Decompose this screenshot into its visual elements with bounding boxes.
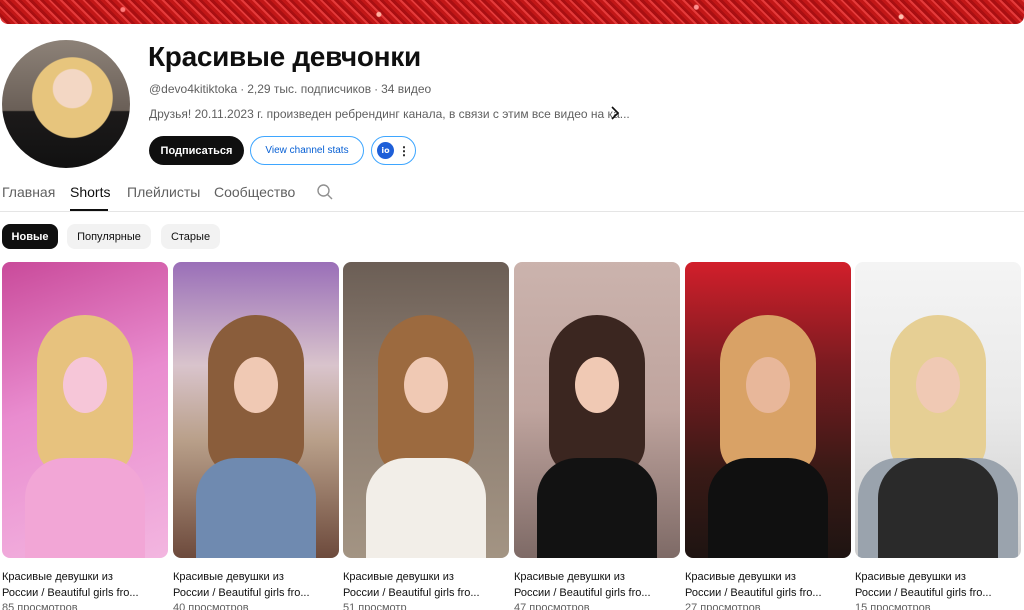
short-thumbnail[interactable]: [855, 262, 1021, 558]
search-icon[interactable]: [316, 183, 334, 201]
short-title[interactable]: Красивые девушки из России / Beautiful g…: [343, 569, 509, 601]
active-tab-indicator: [70, 209, 108, 211]
short-views: 15 просмотров: [855, 602, 931, 610]
tab-shorts[interactable]: Shorts: [70, 184, 110, 200]
short-card[interactable]: Красивые девушки из России / Beautiful g…: [855, 262, 1021, 610]
short-title[interactable]: Красивые девушки из России / Beautiful g…: [685, 569, 851, 601]
extension-logo-icon: io: [377, 142, 394, 159]
chevron-right-icon[interactable]: [610, 106, 620, 123]
filter-chip-oldest[interactable]: Старые: [161, 224, 220, 249]
short-thumbnail[interactable]: [2, 262, 168, 558]
channel-handle[interactable]: @devo4kitiktoka: [149, 82, 237, 96]
short-card[interactable]: Красивые девушки из России / Beautiful g…: [2, 262, 168, 610]
short-title[interactable]: Красивые девушки из России / Beautiful g…: [173, 569, 339, 601]
channel-page: Красивые девчонки @devo4kitiktoka · 2,29 т…: [0, 0, 1024, 610]
short-card[interactable]: Красивые девушки из России / Beautiful g…: [173, 262, 339, 610]
tab-community[interactable]: Сообщество: [214, 184, 295, 200]
video-count: 34 видео: [381, 82, 432, 96]
short-views: 27 просмотров: [685, 602, 761, 610]
short-thumbnail[interactable]: [173, 262, 339, 558]
short-thumbnail[interactable]: [343, 262, 509, 558]
meta-separator: ·: [374, 82, 379, 96]
subscriber-count: 2,29 тыс. подписчиков: [247, 82, 372, 96]
short-card[interactable]: Красивые девушки из России / Beautiful g…: [343, 262, 509, 610]
short-views: 51 просмотр: [343, 602, 407, 610]
channel-banner: [0, 0, 1024, 24]
short-views: 47 просмотров: [514, 602, 590, 610]
tab-home[interactable]: Главная: [2, 184, 55, 200]
channel-tabs: Главная Shorts Плейлисты Сообщество: [0, 176, 1024, 212]
channel-description[interactable]: Друзья! 20.11.2023 г. произведен ребренд…: [149, 107, 630, 121]
short-thumbnail[interactable]: [685, 262, 851, 558]
channel-meta: @devo4kitiktoka · 2,29 тыс. подписчиков · 34…: [149, 82, 431, 96]
short-card[interactable]: Красивые девушки из России / Beautiful g…: [685, 262, 851, 610]
filter-chip-popular[interactable]: Популярные: [67, 224, 151, 249]
short-views: 85 просмотров: [2, 602, 78, 610]
short-thumbnail[interactable]: [514, 262, 680, 558]
more-vert-icon: ⋮: [398, 143, 410, 158]
view-channel-stats-button[interactable]: View channel stats: [250, 136, 364, 165]
filter-chip-newest[interactable]: Новые: [2, 224, 58, 249]
meta-separator: ·: [240, 82, 245, 96]
short-title[interactable]: Красивые девушки из России / Beautiful g…: [855, 569, 1021, 601]
short-views: 40 просмотров: [173, 602, 249, 610]
short-title[interactable]: Красивые девушки из России / Beautiful g…: [2, 569, 168, 601]
extension-menu-button[interactable]: io ⋮: [371, 136, 416, 165]
channel-title: Красивые девчонки: [148, 41, 421, 72]
subscribe-button[interactable]: Подписаться: [149, 136, 244, 165]
tab-playlists[interactable]: Плейлисты: [127, 184, 200, 200]
short-card[interactable]: Красивые девушки из России / Beautiful g…: [514, 262, 680, 610]
short-title[interactable]: Красивые девушки из России / Beautiful g…: [514, 569, 680, 601]
channel-avatar[interactable]: [2, 40, 130, 168]
